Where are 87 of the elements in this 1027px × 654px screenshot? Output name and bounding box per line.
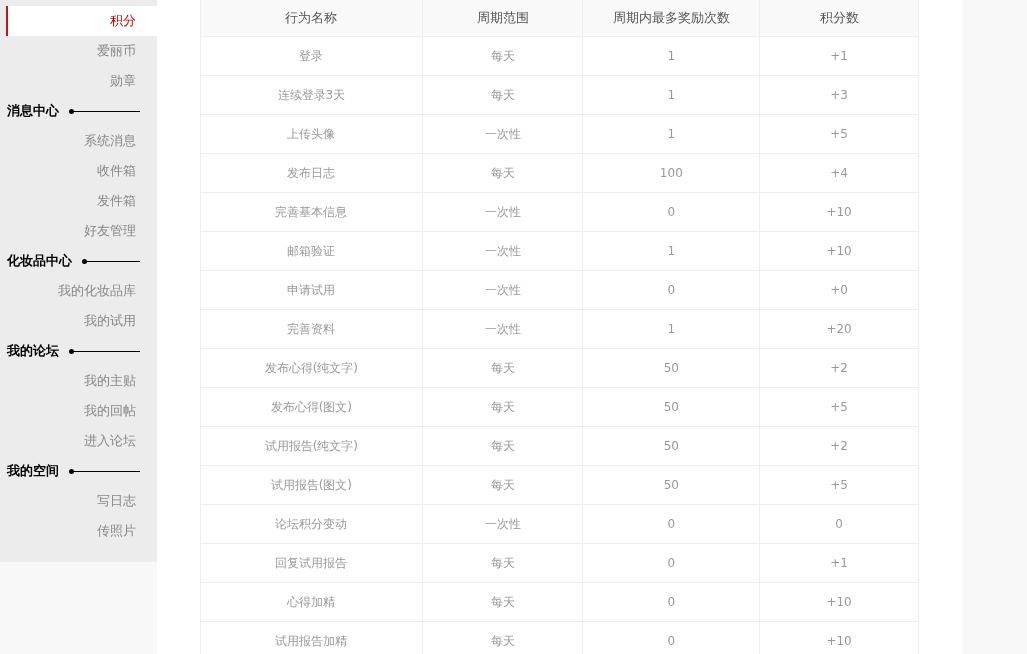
table-cell: +5: [759, 465, 919, 504]
table-cell: 一次性: [422, 270, 583, 309]
table-cell: 每天: [422, 36, 583, 75]
section-heading: 消息中心: [7, 102, 59, 121]
table-cell: 0: [759, 504, 919, 543]
table-cell: 0: [582, 543, 760, 582]
sidebar-item[interactable]: 系统消息: [6, 126, 157, 156]
table-cell: 一次性: [422, 309, 583, 348]
table-cell: 上传头像: [200, 114, 423, 153]
table-cell: 1: [582, 114, 760, 153]
table-cell: 0: [582, 192, 760, 231]
column-header: 行为名称: [200, 0, 423, 36]
table-cell: +3: [759, 75, 919, 114]
table-cell: +0: [759, 270, 919, 309]
table-cell: +5: [759, 114, 919, 153]
bullet-line-icon: [82, 258, 140, 264]
table-cell: 每天: [422, 582, 583, 621]
table-cell: 0: [582, 504, 760, 543]
sidebar-item[interactable]: 我的化妆品库: [6, 276, 157, 306]
table-cell: 每天: [422, 465, 583, 504]
table-cell: 每天: [422, 543, 583, 582]
table-cell: 完善基本信息: [200, 192, 423, 231]
table-cell: +5: [759, 387, 919, 426]
table-cell: 申请试用: [200, 270, 423, 309]
table-cell: +10: [759, 582, 919, 621]
table-cell: 0: [582, 582, 760, 621]
sidebar-item[interactable]: 进入论坛: [6, 426, 157, 456]
sidebar-item[interactable]: 爱丽币: [6, 36, 157, 66]
table-cell: +20: [759, 309, 919, 348]
table-cell: 50: [582, 387, 760, 426]
section-heading: 化妆品中心: [7, 252, 72, 271]
table-cell: 每天: [422, 387, 583, 426]
sidebar-item[interactable]: 积分: [6, 6, 157, 36]
table-cell: 一次性: [422, 192, 583, 231]
table-cell: 1: [582, 36, 760, 75]
column-header: 积分数: [759, 0, 919, 36]
table-cell: 50: [582, 426, 760, 465]
table-cell: 每天: [422, 75, 583, 114]
table-cell: 连续登录3天: [200, 75, 423, 114]
table-cell: +4: [759, 153, 919, 192]
table-cell: 1: [582, 309, 760, 348]
table-cell: 试用报告(图文): [200, 465, 423, 504]
table-cell: 论坛积分变动: [200, 504, 423, 543]
section-heading: 我的论坛: [7, 342, 59, 361]
column-header: 周期范围: [422, 0, 583, 36]
table-cell: +10: [759, 231, 919, 270]
table-cell: 发布日志: [200, 153, 423, 192]
table-cell: +1: [759, 36, 919, 75]
table-cell: 回复试用报告: [200, 543, 423, 582]
sidebar-item[interactable]: 勋章: [6, 66, 157, 96]
bullet-line-icon: [69, 348, 140, 354]
table-cell: 发布心得(图文): [200, 387, 423, 426]
table-cell: 每天: [422, 153, 583, 192]
bullet-line-icon: [69, 108, 140, 114]
sidebar-item[interactable]: 收件箱: [6, 156, 157, 186]
table-cell: 邮箱验证: [200, 231, 423, 270]
table-cell: +1: [759, 543, 919, 582]
table-cell: 试用报告加精: [200, 621, 423, 654]
table-cell: 50: [582, 465, 760, 504]
sidebar-item[interactable]: 写日志: [6, 486, 157, 516]
table-cell: 100: [582, 153, 760, 192]
column-header: 周期内最多奖励次数: [582, 0, 760, 36]
sidebar-item[interactable]: 我的主贴: [6, 366, 157, 396]
sidebar-item[interactable]: 传照片: [6, 516, 157, 546]
table-cell: 一次性: [422, 504, 583, 543]
sidebar-item[interactable]: 我的回帖: [6, 396, 157, 426]
table-cell: 每天: [422, 348, 583, 387]
table-cell: 50: [582, 348, 760, 387]
table-cell: +2: [759, 426, 919, 465]
table-cell: 每天: [422, 426, 583, 465]
table-cell: 1: [582, 231, 760, 270]
sidebar-item[interactable]: 好友管理: [6, 216, 157, 246]
table-cell: 0: [582, 270, 760, 309]
table-cell: 登录: [200, 36, 423, 75]
section-heading: 我的空间: [7, 462, 59, 481]
table-cell: 完善资料: [200, 309, 423, 348]
table-cell: 心得加精: [200, 582, 423, 621]
table-cell: 一次性: [422, 114, 583, 153]
table-cell: 一次性: [422, 231, 583, 270]
table-cell: +10: [759, 192, 919, 231]
sidebar-item[interactable]: 我的试用: [6, 306, 157, 336]
table-cell: 1: [582, 75, 760, 114]
sidebar-item[interactable]: 发件箱: [6, 186, 157, 216]
table-cell: 发布心得(纯文字): [200, 348, 423, 387]
table-cell: +2: [759, 348, 919, 387]
bullet-line-icon: [69, 468, 140, 474]
table-cell: 试用报告(纯文字): [200, 426, 423, 465]
